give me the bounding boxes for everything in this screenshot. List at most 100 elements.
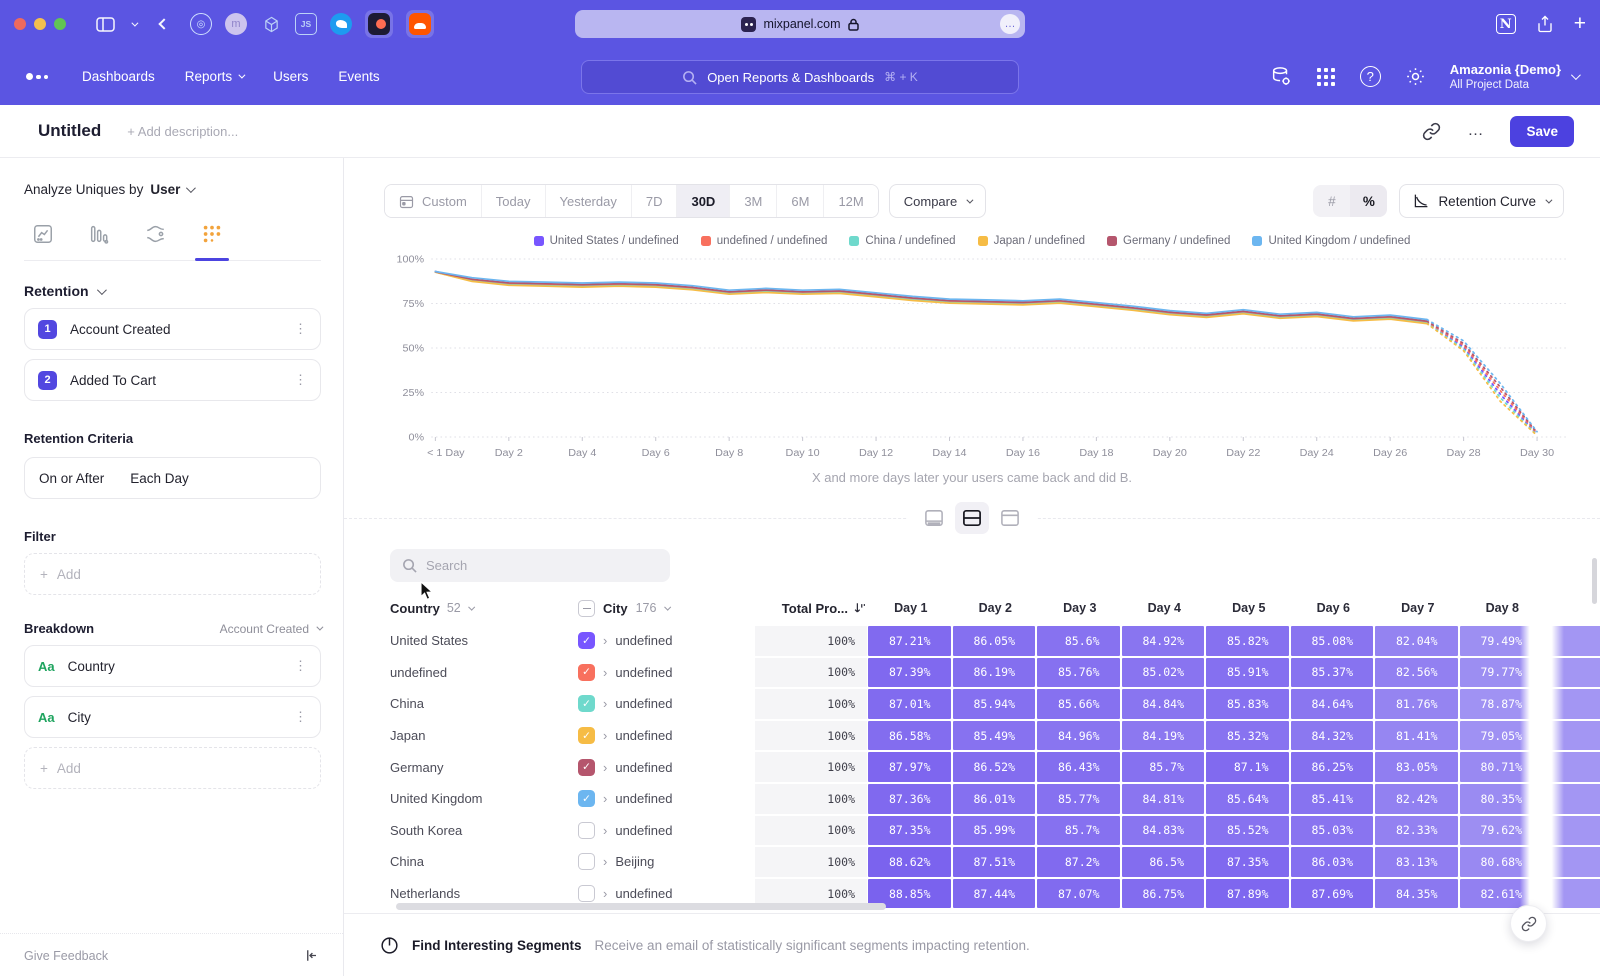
legend-item[interactable]: United States / undefined <box>534 235 679 247</box>
breakdown-attribution-dropdown[interactable]: Account Created <box>220 622 321 636</box>
date-range-30d[interactable]: 30D <box>677 185 730 217</box>
criteria-card[interactable]: On or After Each Day <box>24 457 321 499</box>
retention-cell[interactable]: 87.07% <box>1036 878 1121 910</box>
day-column-header-6[interactable]: Day 6 <box>1290 601 1375 615</box>
expand-row-icon[interactable]: › <box>603 854 607 869</box>
extension-bird-icon[interactable] <box>330 13 352 35</box>
retention-cell[interactable]: 85.49% <box>952 720 1037 752</box>
retention-cell[interactable]: 84.92% <box>1121 625 1206 657</box>
retention-cell[interactable]: 81.76% <box>1374 688 1459 720</box>
new-tab-icon[interactable]: + <box>1574 12 1586 36</box>
compare-button[interactable]: Compare <box>889 184 986 218</box>
table-only-toggle[interactable] <box>993 502 1027 534</box>
retention-cell[interactable]: 85.7% <box>1121 751 1206 783</box>
day-column-header-1[interactable]: Day 1 <box>867 601 952 615</box>
retention-cell[interactable]: 85.77% <box>1036 783 1121 815</box>
retention-cell[interactable]: 85.82% <box>1205 625 1290 657</box>
retention-cell[interactable]: 87.21% <box>867 625 952 657</box>
retention-cell[interactable]: 80.71% <box>1459 751 1544 783</box>
retention-cell[interactable]: 86.52% <box>952 751 1037 783</box>
retention-cell[interactable]: 80.68% <box>1459 846 1544 878</box>
retention-section-header[interactable]: Retention <box>24 283 321 299</box>
retention-cell[interactable]: 85.6% <box>1036 625 1121 657</box>
select-all-checkbox[interactable] <box>578 600 595 617</box>
add-description[interactable]: + Add description... <box>127 124 238 139</box>
series-checkbox[interactable] <box>578 822 595 839</box>
vertical-scrollbar[interactable] <box>1592 558 1597 604</box>
tab-retention[interactable] <box>197 217 227 260</box>
retention-cell[interactable]: 87.35% <box>867 815 952 847</box>
report-title[interactable]: Untitled <box>38 121 101 141</box>
nav-item-dashboards[interactable]: Dashboards <box>82 69 155 84</box>
retention-cell[interactable]: 87.44% <box>952 878 1037 910</box>
apps-grid-icon[interactable] <box>1316 67 1336 87</box>
expand-row-icon[interactable]: › <box>603 886 607 901</box>
retention-cell[interactable]: 87.39% <box>867 657 952 689</box>
legend-item[interactable]: Germany / undefined <box>1107 235 1230 247</box>
retention-cell[interactable]: 84.32% <box>1290 720 1375 752</box>
legend-item[interactable]: United Kingdom / undefined <box>1252 235 1410 247</box>
criteria-interval[interactable]: Each Day <box>130 471 189 486</box>
back-icon[interactable] <box>160 20 168 28</box>
chart-only-toggle[interactable] <box>917 502 951 534</box>
retention-cell[interactable]: 85.41% <box>1290 783 1375 815</box>
table-search-input[interactable] <box>426 558 646 573</box>
browser-sidebar-icon[interactable] <box>96 17 115 32</box>
give-feedback-link[interactable]: Give Feedback <box>24 949 108 963</box>
help-icon[interactable]: ? <box>1360 66 1381 87</box>
retention-cell[interactable]: 87.2% <box>1036 846 1121 878</box>
retention-cell[interactable]: 87.97% <box>867 751 952 783</box>
retention-step-1[interactable]: 1 Account Created ⋮ <box>24 308 321 350</box>
retention-cell[interactable]: 85.03% <box>1290 815 1375 847</box>
retention-cell[interactable]: 84.19% <box>1121 720 1206 752</box>
retention-cell[interactable]: 85.02% <box>1121 657 1206 689</box>
retention-cell[interactable]: 79.49% <box>1459 625 1544 657</box>
retention-cell[interactable]: 82.33% <box>1374 815 1459 847</box>
split-view-toggle[interactable] <box>955 502 989 534</box>
date-range-3m[interactable]: 3M <box>730 185 777 217</box>
address-bar[interactable]: mixpanel.com … <box>575 10 1025 38</box>
retention-cell[interactable]: 86.01% <box>952 783 1037 815</box>
retention-cell[interactable]: 78.87% <box>1459 688 1544 720</box>
nav-item-reports[interactable]: Reports <box>185 69 243 84</box>
date-range-12m[interactable]: 12M <box>824 185 877 217</box>
retention-cell[interactable]: 88.62% <box>867 846 952 878</box>
retention-cell[interactable]: 84.83% <box>1121 815 1206 847</box>
series-checkbox[interactable]: ✓ <box>578 790 595 807</box>
window-controls[interactable] <box>14 18 66 30</box>
date-range-7d[interactable]: 7D <box>632 185 678 217</box>
retention-cell[interactable]: 82.56% <box>1374 657 1459 689</box>
tab-funnels[interactable] <box>84 217 114 260</box>
horizontal-scrollbar[interactable] <box>396 903 886 910</box>
retention-cell[interactable]: 87.36% <box>867 783 952 815</box>
city-column-header[interactable]: City176 <box>578 600 755 617</box>
day-column-header-3[interactable]: Day 3 <box>1036 601 1121 615</box>
project-switcher[interactable]: Amazonia {Demo} All Project Data <box>1450 62 1578 90</box>
retention-cell[interactable]: 84.64% <box>1290 688 1375 720</box>
legend-item[interactable]: undefined / undefined <box>701 235 828 247</box>
expand-row-icon[interactable]: › <box>603 633 607 648</box>
tab-overview-chevron-icon[interactable] <box>131 22 136 27</box>
day-column-header-2[interactable]: Day 2 <box>952 601 1037 615</box>
retention-cell[interactable]: 85.66% <box>1036 688 1121 720</box>
date-range-6m[interactable]: 6M <box>777 185 824 217</box>
share-link-floating-button[interactable] <box>1510 905 1547 942</box>
retention-cell[interactable]: 80.35% <box>1459 783 1544 815</box>
retention-cell[interactable]: 85.7% <box>1036 815 1121 847</box>
expand-row-icon[interactable]: › <box>603 791 607 806</box>
retention-cell[interactable]: 79.05% <box>1459 720 1544 752</box>
tab-insights[interactable] <box>28 217 58 260</box>
retention-cell[interactable]: 86.43% <box>1036 751 1121 783</box>
extension-soundcloud-icon[interactable] <box>409 13 431 35</box>
retention-cell[interactable]: 81.41% <box>1374 720 1459 752</box>
data-management-icon[interactable] <box>1270 66 1292 88</box>
retention-cell[interactable]: 85.99% <box>952 815 1037 847</box>
add-filter-button[interactable]: + Add <box>24 553 321 595</box>
breakdown-country[interactable]: Aa Country ⋮ <box>24 645 321 687</box>
series-checkbox[interactable]: ✓ <box>578 727 595 744</box>
minimize-window-button[interactable] <box>34 18 46 30</box>
analyze-entity-dropdown[interactable]: User <box>150 182 193 197</box>
country-column-header[interactable]: Country52 <box>390 601 578 616</box>
expand-row-icon[interactable]: › <box>603 728 607 743</box>
copy-link-icon[interactable] <box>1422 122 1441 141</box>
